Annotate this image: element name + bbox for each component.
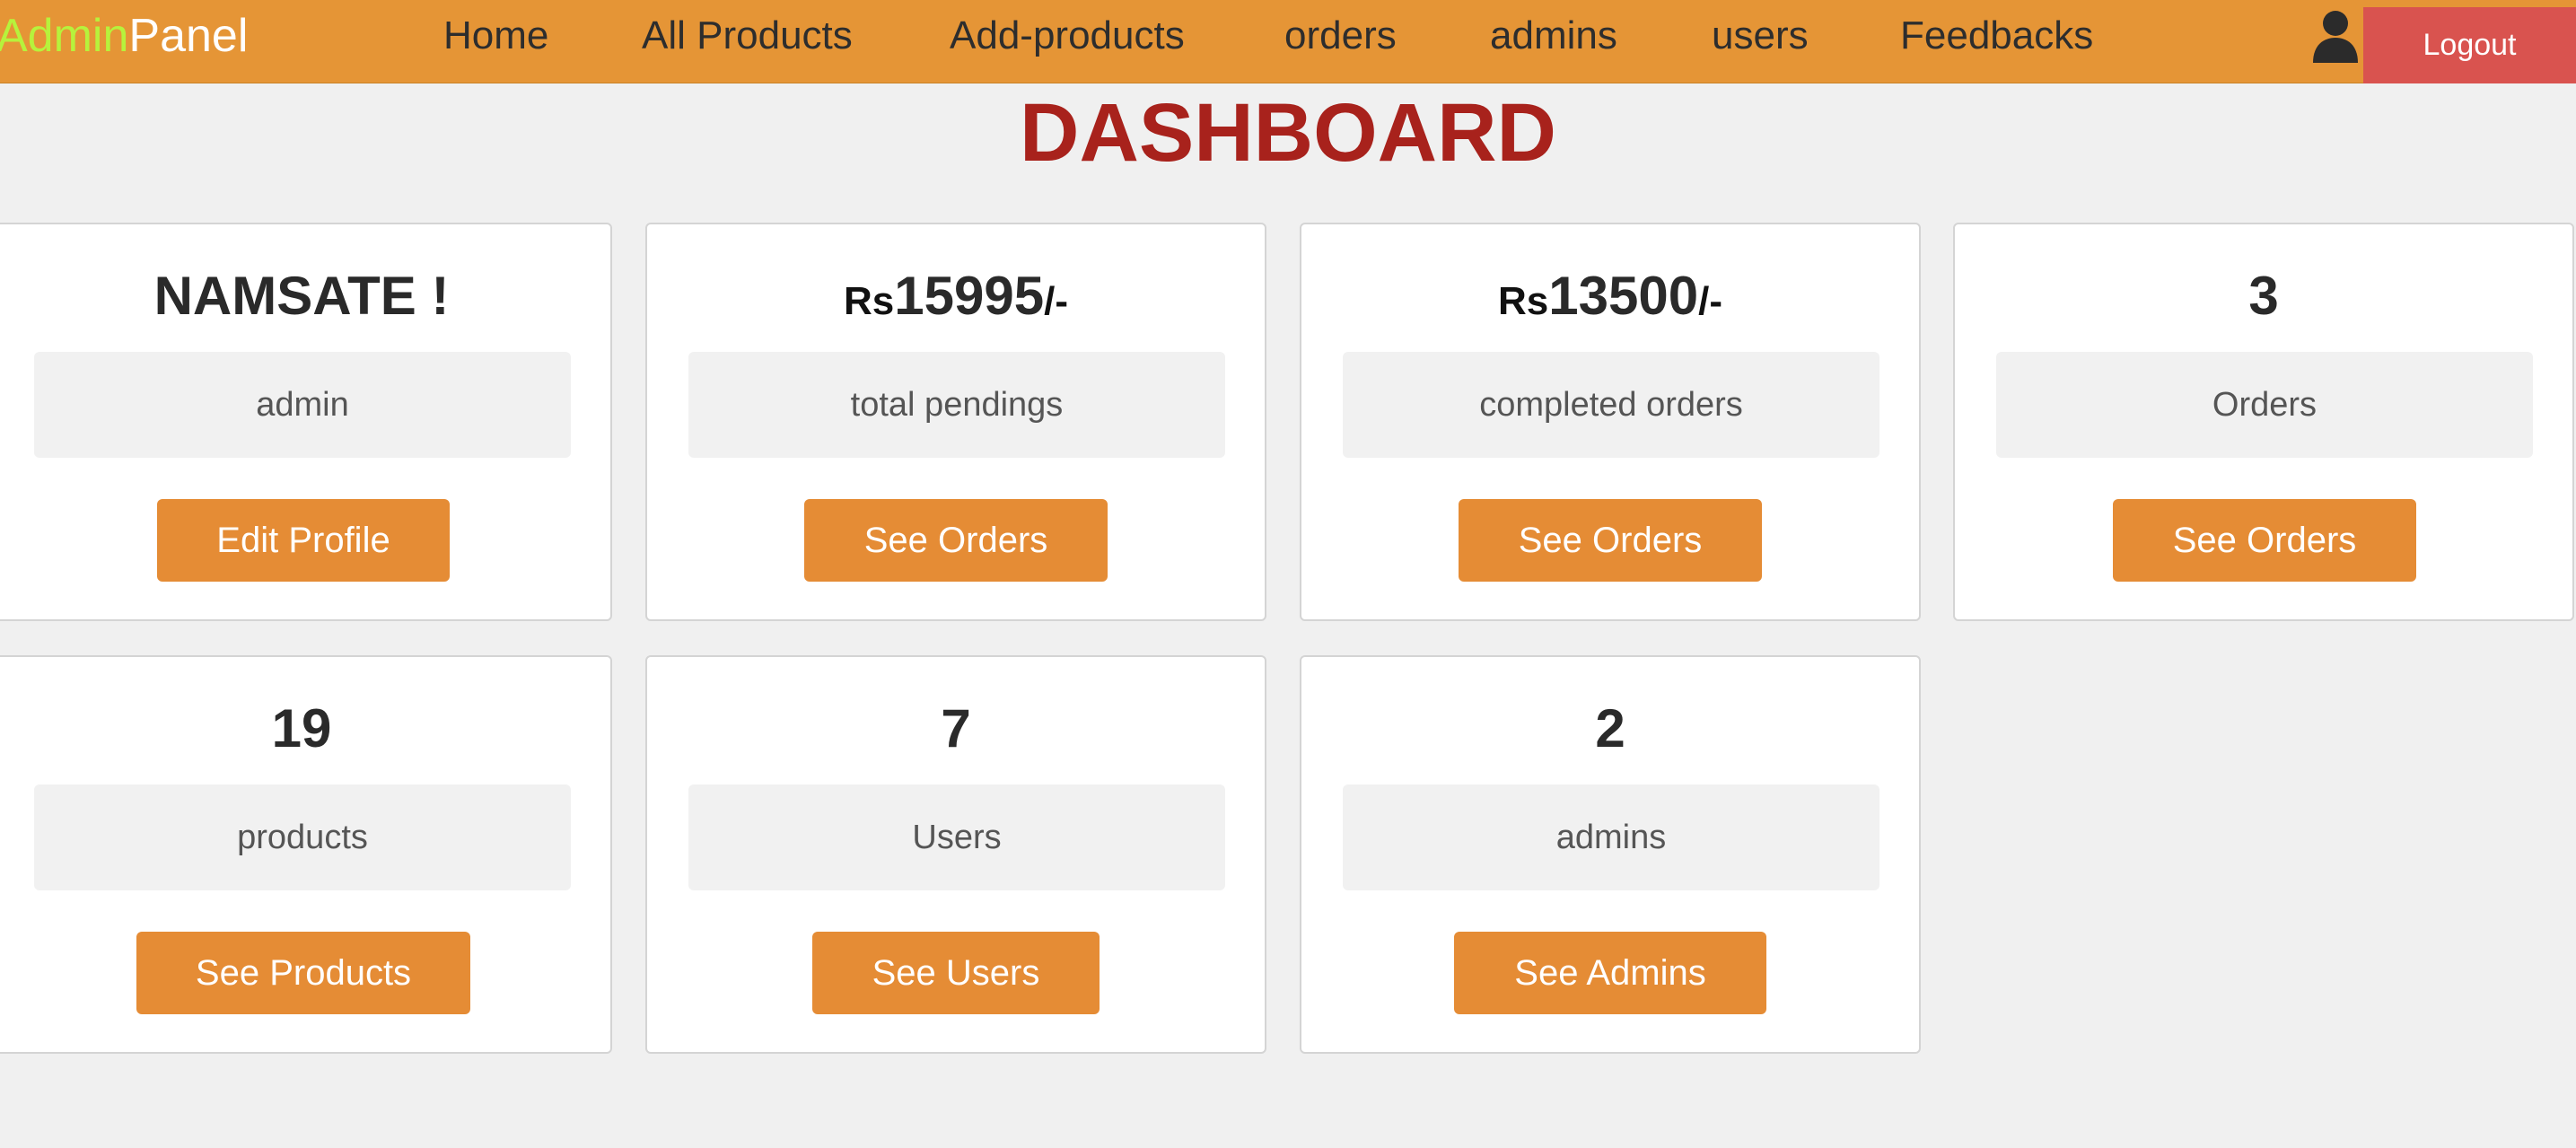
amount-suffix: /-: [1698, 279, 1722, 323]
card-profile: NAMSATE ! admin Edit Profile: [0, 223, 612, 621]
currency-label: Rs: [844, 279, 895, 323]
amount-suffix: /-: [1044, 279, 1068, 323]
see-orders-button[interactable]: See Orders: [1459, 499, 1762, 582]
card-products: 19 products See Products: [0, 655, 612, 1054]
edit-profile-button[interactable]: Edit Profile: [157, 499, 450, 582]
products-count: 19: [271, 698, 332, 758]
see-orders-button[interactable]: See Orders: [804, 499, 1108, 582]
users-count: 7: [941, 698, 971, 758]
app-logo[interactable]: AdminPanel: [0, 11, 248, 61]
card-completed-orders: Rs13500/- completed orders See Orders: [1300, 223, 1921, 621]
nav-feedbacks[interactable]: Feedbacks: [1900, 13, 2093, 59]
top-navbar: AdminPanel Home All Products Add-product…: [0, 0, 2576, 83]
card-users: 7 Users See Users: [645, 655, 1266, 1054]
nav-users[interactable]: users: [1712, 13, 1809, 59]
card-total-pendings: Rs15995/- total pendings See Orders: [645, 223, 1266, 621]
completed-orders-label: completed orders: [1343, 352, 1879, 458]
nav-add-products[interactable]: Add-products: [950, 13, 1185, 59]
role-label: admin: [34, 352, 571, 458]
users-label: Users: [688, 784, 1225, 890]
see-users-button[interactable]: See Users: [812, 932, 1100, 1014]
card-orders: 3 Orders See Orders: [1953, 223, 2574, 621]
page-title: DASHBOARD: [1020, 87, 1556, 179]
card-admins: 2 admins See Admins: [1300, 655, 1921, 1054]
greeting-text: NAMSATE !: [153, 266, 450, 326]
total-pendings-label: total pendings: [688, 352, 1225, 458]
logo-panel-text: Panel: [128, 10, 249, 62]
orders-label: Orders: [1996, 352, 2533, 458]
currency-label: Rs: [1498, 279, 1549, 323]
pending-value: 15995: [894, 266, 1045, 326]
nav-all-products[interactable]: All Products: [642, 13, 853, 59]
user-icon[interactable]: [2311, 9, 2360, 63]
logo-admin-text: Admin: [0, 10, 129, 62]
nav-orders[interactable]: orders: [1284, 13, 1397, 59]
admins-count: 2: [1595, 698, 1625, 758]
logout-button[interactable]: Logout: [2363, 7, 2576, 83]
see-orders-button[interactable]: See Orders: [2113, 499, 2416, 582]
orders-count: 3: [2248, 266, 2279, 326]
nav-home[interactable]: Home: [443, 13, 548, 59]
see-admins-button[interactable]: See Admins: [1454, 932, 1766, 1014]
completed-amount: Rs13500/-: [1301, 264, 1919, 334]
nav-admins[interactable]: admins: [1490, 13, 1617, 59]
admins-label: admins: [1343, 784, 1879, 890]
pending-amount: Rs15995/-: [647, 264, 1265, 334]
see-products-button[interactable]: See Products: [136, 932, 470, 1014]
products-label: products: [34, 784, 571, 890]
completed-value: 13500: [1548, 266, 1699, 326]
